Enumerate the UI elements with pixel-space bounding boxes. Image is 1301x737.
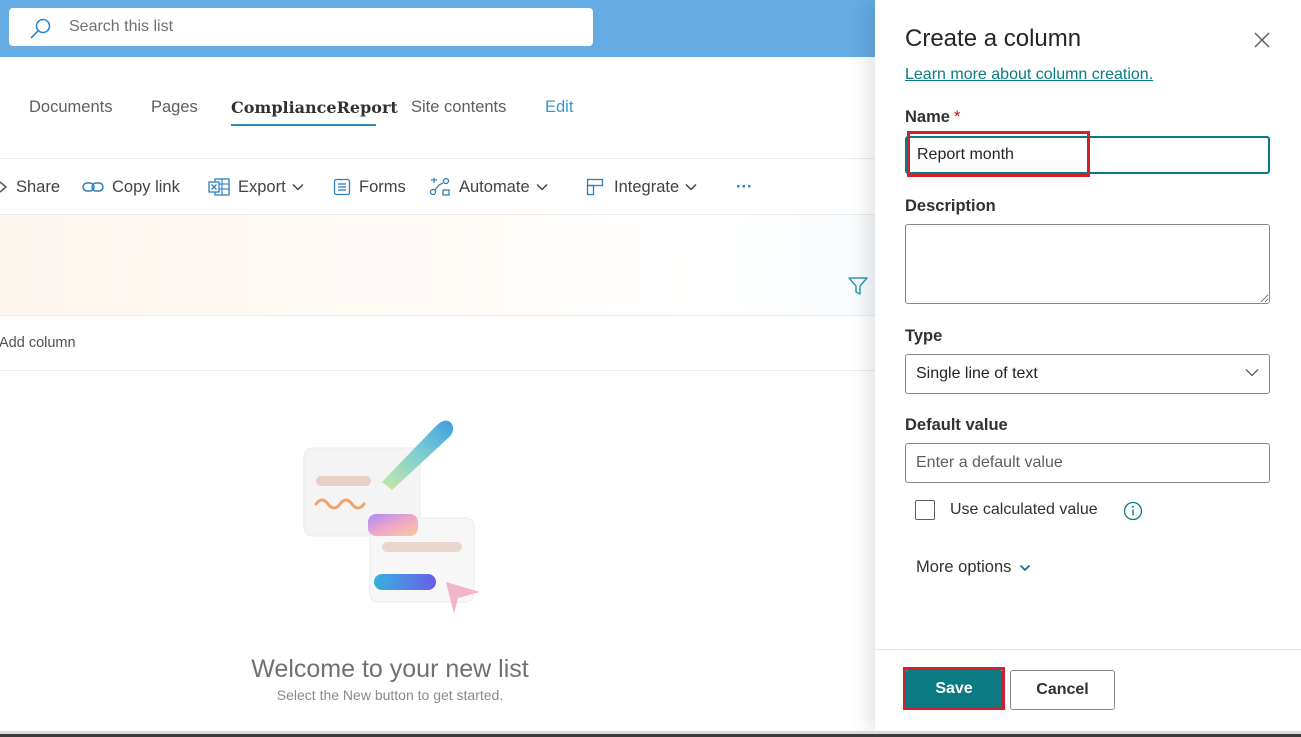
nav-item-pages[interactable]: Pages	[151, 98, 198, 117]
empty-list-illustration	[303, 420, 480, 614]
name-input[interactable]	[905, 136, 1270, 174]
chevron-down-icon	[1245, 369, 1259, 377]
forms-button[interactable]: Forms	[333, 175, 406, 199]
share-button[interactable]: Share	[0, 175, 60, 199]
required-indicator: *	[953, 108, 961, 126]
forms-icon	[333, 178, 351, 196]
name-label: Name *	[905, 108, 960, 127]
name-label-text: Name	[905, 108, 950, 126]
nav-item-site-contents[interactable]: Site contents	[411, 98, 506, 117]
share-icon	[0, 181, 8, 193]
integrate-label: Integrate	[614, 177, 680, 196]
link-icon	[82, 182, 104, 192]
description-label: Description	[905, 197, 996, 215]
info-icon[interactable]	[1123, 501, 1143, 521]
more-commands-button[interactable]: ···	[736, 175, 752, 199]
top-search-bar	[0, 0, 875, 57]
chevron-down-icon	[685, 183, 697, 191]
default-value-label: Default value	[905, 416, 1008, 434]
cancel-button[interactable]: Cancel	[1010, 670, 1115, 710]
panel-title: Create a column	[905, 25, 1082, 52]
calculated-value-label: Use calculated value	[950, 501, 1098, 518]
chevron-down-icon	[536, 183, 548, 191]
integrate-icon	[586, 178, 604, 196]
nav-item-documents[interactable]: Documents	[29, 98, 112, 117]
empty-state-title: Welcome to your new list	[251, 655, 529, 683]
integrate-button[interactable]: Integrate	[586, 175, 697, 199]
share-label: Share	[16, 177, 61, 196]
nav-divider	[0, 158, 875, 159]
chevron-down-icon	[292, 183, 304, 191]
description-textarea[interactable]	[905, 224, 1270, 304]
copy-link-button[interactable]: Copy link	[82, 175, 180, 199]
learn-more-link[interactable]: Learn more about column creation.	[905, 66, 1153, 84]
footer-divider	[875, 649, 1301, 650]
active-tab-indicator	[231, 124, 376, 126]
filter-icon[interactable]	[846, 274, 870, 298]
more-options-label: More options	[916, 558, 1012, 576]
more-options-toggle[interactable]: More options	[916, 558, 1031, 577]
empty-state-subtitle: Select the New button to get started.	[276, 687, 504, 703]
add-column-button[interactable]: Add column	[0, 335, 76, 351]
banner-divider	[0, 315, 875, 316]
create-column-panel: Create a column Learn more about column …	[875, 0, 1301, 731]
copy-link-label: Copy link	[112, 177, 180, 196]
list-header-banner	[0, 215, 875, 315]
header-row-divider	[0, 370, 875, 371]
nav-item-edit[interactable]: Edit	[545, 98, 573, 117]
window-bottom-edge	[0, 731, 1301, 737]
nav-item-compliancereport[interactable]: ComplianceReport	[231, 98, 398, 117]
type-selected-value: Single line of text	[916, 365, 1038, 382]
default-value-input[interactable]	[905, 443, 1270, 483]
type-dropdown[interactable]: Single line of text	[905, 354, 1270, 394]
automate-icon	[429, 177, 450, 196]
search-input[interactable]	[69, 16, 569, 38]
type-label: Type	[905, 327, 943, 345]
close-icon[interactable]	[1253, 31, 1271, 49]
search-box[interactable]	[9, 8, 593, 46]
calculated-value-checkbox[interactable]	[915, 500, 935, 520]
site-navigation: Documents Pages ComplianceReport Site co…	[0, 96, 875, 136]
automate-button[interactable]: Automate	[429, 175, 548, 199]
forms-label: Forms	[359, 177, 406, 196]
automate-label: Automate	[459, 177, 530, 196]
save-button[interactable]: Save	[905, 670, 1003, 708]
search-icon	[30, 18, 51, 39]
export-button[interactable]: Export	[208, 175, 304, 199]
export-label: Export	[238, 177, 286, 196]
chevron-down-icon	[1020, 564, 1031, 571]
excel-icon	[208, 178, 230, 196]
